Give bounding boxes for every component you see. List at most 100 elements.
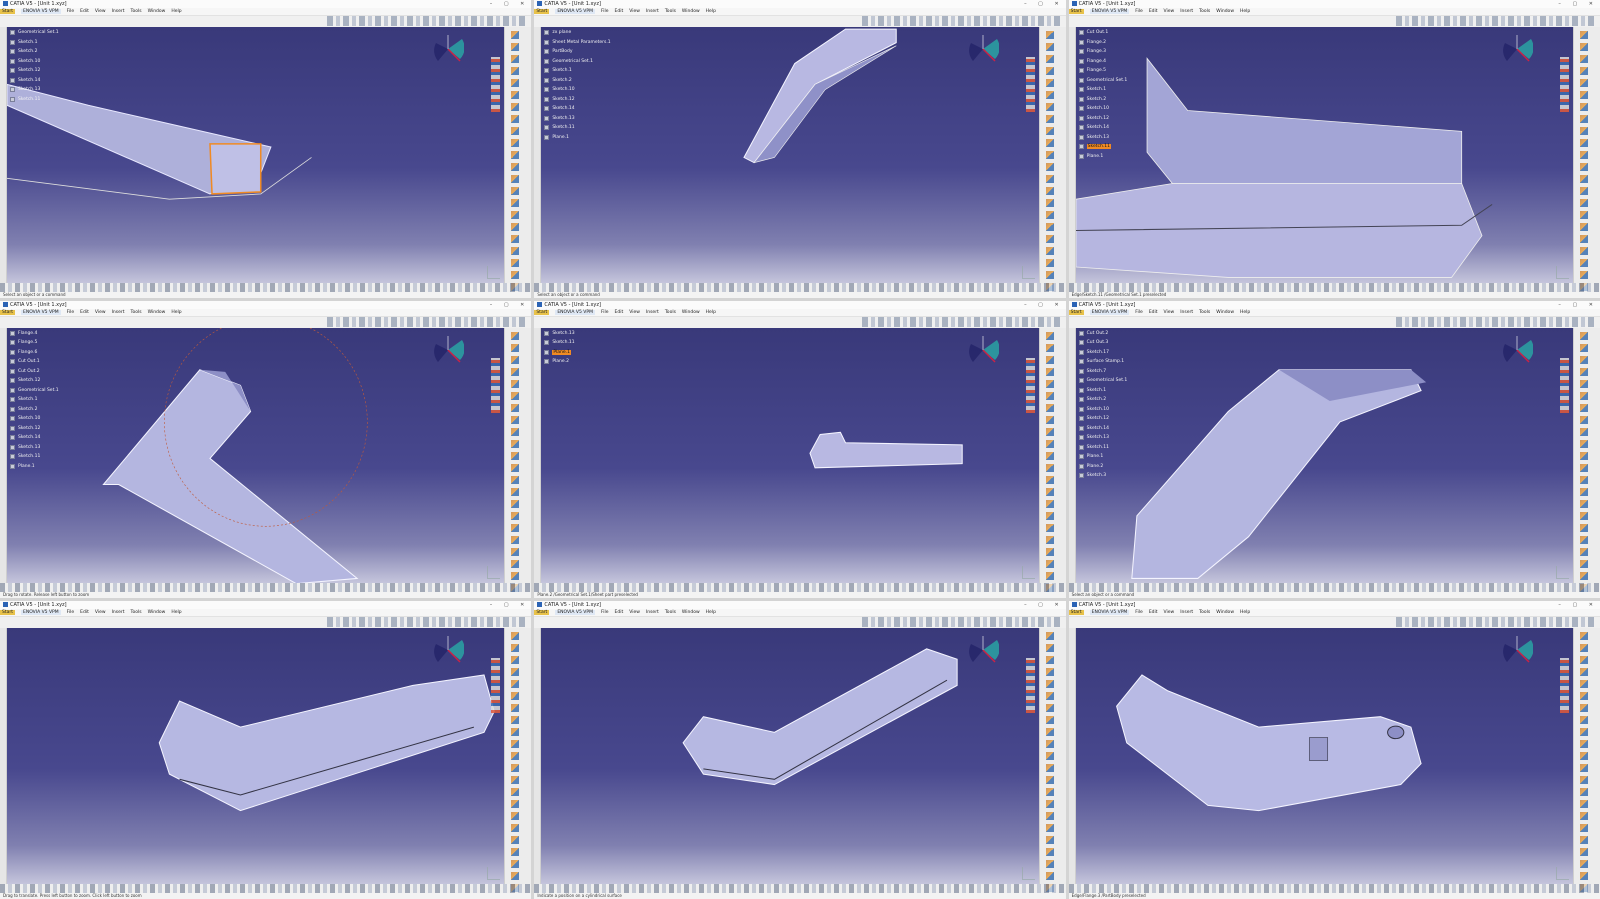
tree-node[interactable]: Plane.2 [1077, 462, 1128, 472]
tree-node[interactable]: PartBody [542, 47, 610, 57]
top-toolbar[interactable] [861, 617, 1062, 628]
menu-item-help[interactable]: Help [171, 610, 181, 615]
window-control-buttons[interactable]: – ▢ ✕ [1024, 601, 1064, 609]
tree-node[interactable]: Plane.1 [1077, 152, 1128, 162]
tool-icon[interactable] [511, 523, 520, 532]
tool-icon[interactable] [1579, 67, 1588, 75]
menu-item-window[interactable]: Window [148, 610, 166, 615]
specification-tree[interactable]: Sketch.13 Sketch.11 Plane.1 Plane.2 [542, 329, 575, 367]
tree-node[interactable]: Sketch.1 [1077, 386, 1128, 396]
tool-icon[interactable] [1045, 235, 1054, 243]
tool-icon[interactable] [511, 259, 520, 267]
tool-icon[interactable] [511, 752, 520, 761]
tool-icon[interactable] [511, 199, 520, 207]
menu-item-insert[interactable]: Insert [1180, 310, 1193, 315]
tool-icon[interactable] [1579, 79, 1588, 87]
tool-icon[interactable] [1579, 151, 1588, 159]
tool-icon[interactable] [1045, 475, 1054, 484]
tool-icon[interactable] [1579, 836, 1588, 845]
tool-icon[interactable] [511, 415, 520, 424]
tool-icon[interactable] [1579, 487, 1588, 496]
tool-icon[interactable] [1045, 127, 1054, 135]
menu-item-enovia-v5-vpm[interactable]: ENOVIA V5 VPM [1089, 9, 1130, 14]
tool-icon[interactable] [1045, 31, 1054, 39]
tool-icon[interactable] [1579, 740, 1588, 749]
tool-icon[interactable] [1579, 547, 1588, 556]
tool-icon[interactable] [1045, 187, 1054, 195]
tool-icon[interactable] [1045, 343, 1054, 352]
tree-node[interactable]: Flange.3 [1077, 47, 1128, 57]
tool-icon[interactable] [511, 331, 520, 340]
menu-item-help[interactable]: Help [1240, 610, 1250, 615]
menu-item-tools[interactable]: Tools [131, 310, 142, 315]
tool-icon[interactable] [511, 632, 520, 641]
right-toolbar[interactable] [1038, 327, 1066, 599]
tool-icon[interactable] [1579, 668, 1588, 677]
left-toolbar[interactable] [0, 628, 7, 884]
menu-item-insert[interactable]: Insert [112, 310, 125, 315]
floating-toolbar[interactable] [1559, 57, 1569, 112]
menu-item-window[interactable]: Window [682, 610, 700, 615]
tool-icon[interactable] [511, 67, 520, 75]
tree-node[interactable]: Geometrical Set.1 [1077, 76, 1127, 86]
compass-icon[interactable] [967, 634, 999, 666]
tool-icon[interactable] [1045, 259, 1054, 267]
tool-icon[interactable] [511, 103, 520, 111]
tree-node[interactable]: Flange.2 [1077, 38, 1128, 48]
tool-icon[interactable] [1579, 43, 1588, 51]
tool-icon[interactable] [1045, 776, 1054, 785]
tool-icon[interactable] [511, 644, 520, 653]
menu-item-edit[interactable]: Edit [80, 310, 89, 315]
menu-item-help[interactable]: Help [706, 310, 716, 315]
tool-icon[interactable] [511, 427, 520, 436]
tool-icon[interactable] [511, 151, 520, 159]
tool-icon[interactable] [1045, 523, 1054, 532]
menu-item-file[interactable]: File [601, 610, 609, 615]
tree-node[interactable]: Sketch.14 [1077, 424, 1128, 434]
tool-icon[interactable] [1579, 187, 1588, 195]
menu-item-tools[interactable]: Tools [665, 610, 676, 615]
tree-node[interactable]: Sketch.11 [1077, 142, 1128, 152]
tool-icon[interactable] [1579, 127, 1588, 135]
bottom-toolbar[interactable] [1068, 883, 1600, 893]
tool-icon[interactable] [1045, 800, 1054, 809]
compass-icon[interactable] [967, 33, 999, 65]
tool-icon[interactable] [1579, 31, 1588, 39]
tool-icon[interactable] [1579, 355, 1588, 364]
tree-node[interactable]: Sheet Metal Parameters.1 [542, 38, 611, 48]
tree-node[interactable]: Sketch.2 [8, 405, 59, 415]
tree-node[interactable]: Plane.1 [542, 133, 610, 143]
tool-icon[interactable] [1579, 632, 1588, 641]
tool-icon[interactable] [1045, 55, 1054, 63]
left-toolbar[interactable] [1068, 327, 1076, 584]
tool-icon[interactable] [1579, 692, 1588, 701]
tree-node[interactable]: Sketch.1 [8, 395, 59, 405]
menu-item-start[interactable]: Start [0, 610, 15, 616]
compass-icon[interactable] [1501, 334, 1533, 366]
tool-icon[interactable] [1045, 499, 1054, 508]
left-toolbar[interactable] [534, 327, 542, 584]
tool-icon[interactable] [1045, 367, 1054, 376]
tree-node[interactable]: Sketch.10 [1077, 104, 1128, 114]
right-toolbar[interactable] [504, 327, 532, 599]
tool-icon[interactable] [1045, 439, 1054, 448]
tree-node[interactable]: Sketch.1 [542, 66, 610, 76]
tool-icon[interactable] [1045, 415, 1054, 424]
tool-icon[interactable] [1579, 139, 1588, 147]
tree-node[interactable]: Surface Stamp.1 [1077, 357, 1128, 367]
menu-item-file[interactable]: File [67, 610, 75, 615]
menu-item-tools[interactable]: Tools [665, 310, 676, 315]
tree-node[interactable]: Cut Out.2 [1077, 329, 1128, 339]
menu-item-enovia-v5-vpm[interactable]: ENOVIA V5 VPM [1089, 610, 1130, 616]
menu-item-tools[interactable]: Tools [1199, 9, 1210, 14]
tool-icon[interactable] [1579, 656, 1588, 665]
menu-item-edit[interactable]: Edit [80, 9, 89, 14]
tree-node[interactable]: zx plane [542, 28, 610, 38]
tree-node[interactable]: Sketch.10 [8, 414, 59, 424]
tree-node[interactable]: Sketch.7 [1077, 367, 1128, 377]
window-control-buttons[interactable]: – ▢ ✕ [490, 301, 530, 309]
right-toolbar[interactable] [1038, 628, 1066, 899]
tree-node[interactable]: Cut Out.3 [1077, 338, 1128, 348]
tool-icon[interactable] [1579, 559, 1588, 568]
menu-item-edit[interactable]: Edit [615, 9, 624, 14]
